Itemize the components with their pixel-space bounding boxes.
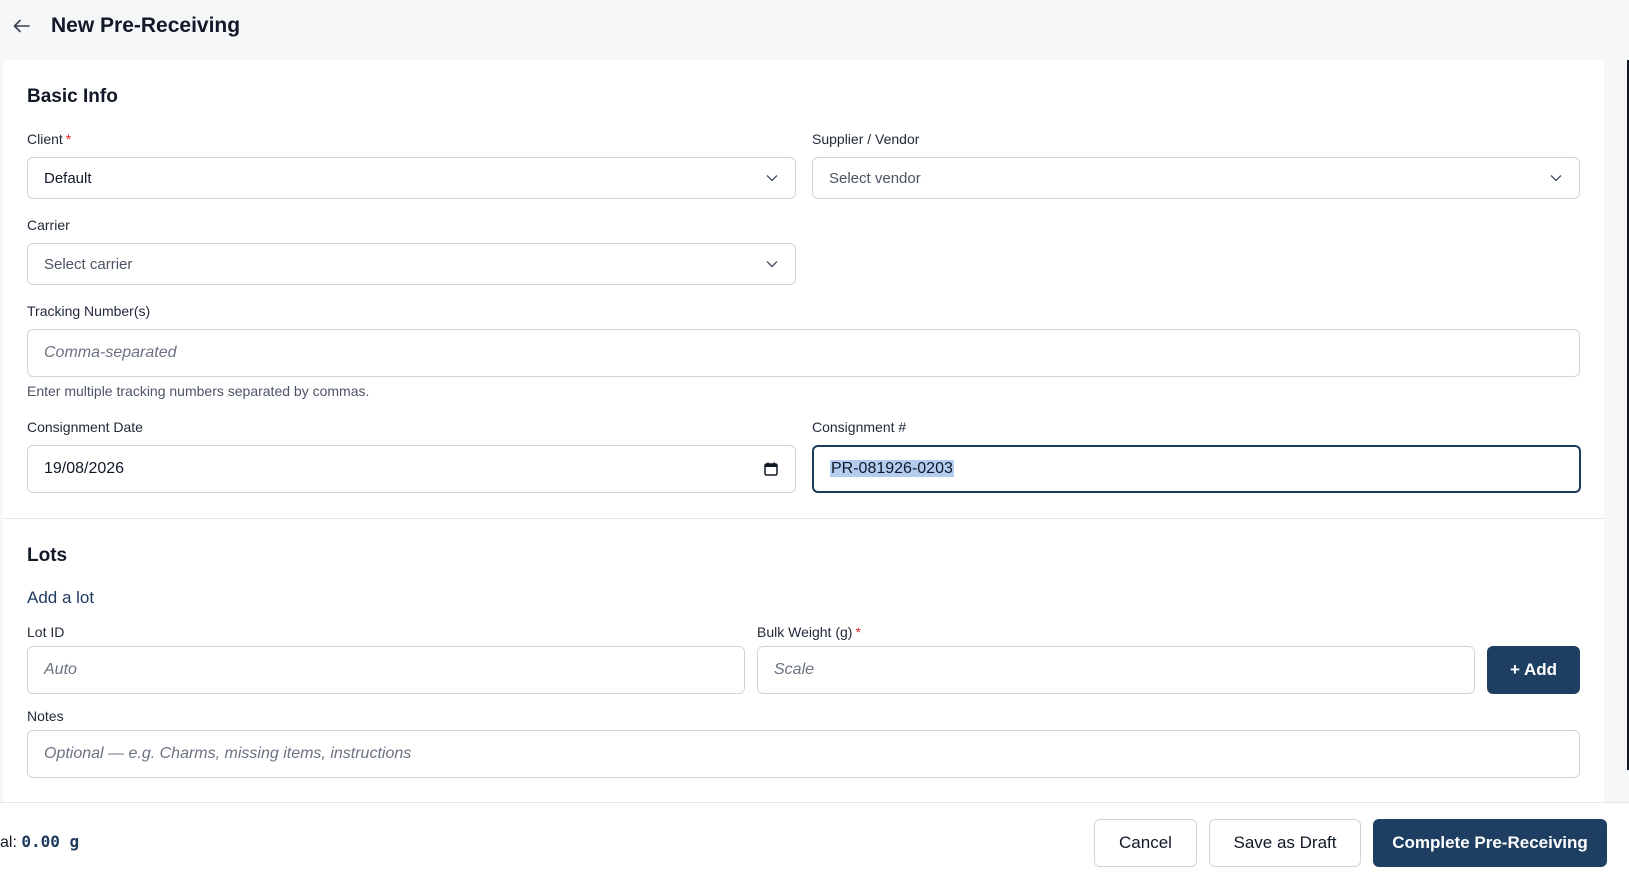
supplier-select-placeholder: Select vendor	[829, 169, 921, 187]
client-select-value: Default	[44, 169, 92, 187]
chevron-down-icon	[765, 257, 779, 271]
back-button[interactable]	[10, 14, 34, 38]
add-lot-heading: Add a lot	[27, 588, 95, 607]
bulk-weight-label-text: Bulk Weight (g)	[757, 624, 853, 640]
notes-placeholder: Optional — e.g. Charms, missing items, i…	[44, 745, 412, 762]
lot-id-label: Lot ID	[27, 624, 65, 640]
consignment-date-value: 19/08/2026	[44, 460, 125, 477]
client-select[interactable]: Default	[27, 157, 796, 199]
calendar-icon[interactable]	[763, 461, 779, 477]
consignment-number-value: PR-081926-0203	[830, 460, 954, 477]
arrow-left-icon	[13, 19, 30, 33]
tracking-input-placeholder: Comma-separated	[44, 344, 177, 361]
total-value: 0.00 g	[21, 832, 80, 851]
complete-pre-receiving-button[interactable]: Complete Pre-Receiving	[1373, 819, 1607, 867]
save-draft-button[interactable]: Save as Draft	[1209, 819, 1361, 867]
bulk-weight-label: Bulk Weight (g) *	[757, 624, 861, 640]
client-label-text: Client	[27, 131, 63, 147]
tracking-hint: Enter multiple tracking numbers separate…	[27, 383, 370, 399]
client-required-mark: *	[65, 131, 72, 147]
cancel-button[interactable]: Cancel	[1094, 819, 1197, 867]
chevron-down-icon	[765, 171, 779, 185]
total-prefix: al:	[0, 834, 22, 851]
lot-id-input[interactable]: Auto	[27, 646, 745, 694]
total-weight: al: 0.00 g	[0, 832, 79, 852]
tracking-label: Tracking Number(s)	[27, 303, 151, 319]
bulk-weight-required-mark: *	[855, 624, 861, 640]
supplier-select[interactable]: Select vendor	[812, 157, 1580, 199]
carrier-label: Carrier	[27, 217, 70, 233]
add-lot-button[interactable]: + Add	[1487, 646, 1580, 694]
carrier-select[interactable]: Select carrier	[27, 243, 796, 285]
notes-label: Notes	[27, 708, 64, 724]
supplier-label: Supplier / Vendor	[812, 131, 920, 147]
section-divider	[3, 518, 1604, 519]
consignment-number-label: Consignment #	[812, 419, 907, 435]
page-title: New Pre-Receiving	[51, 14, 241, 37]
top-bar: New Pre-Receiving	[0, 0, 1629, 60]
notes-input[interactable]: Optional — e.g. Charms, missing items, i…	[27, 730, 1580, 778]
consignment-number-input[interactable]: PR-081926-0203	[812, 445, 1581, 493]
lot-id-placeholder: Auto	[44, 661, 77, 678]
carrier-select-placeholder: Select carrier	[44, 255, 133, 273]
consignment-date-label: Consignment Date	[27, 419, 143, 435]
lots-title: Lots	[27, 545, 68, 566]
bulk-weight-placeholder: Scale	[774, 661, 815, 678]
client-label: Client *	[27, 131, 71, 147]
chevron-down-icon	[1549, 171, 1563, 185]
consignment-date-input[interactable]: 19/08/2026	[27, 445, 796, 493]
bulk-weight-input[interactable]: Scale	[757, 646, 1475, 694]
tracking-input[interactable]: Comma-separated	[27, 329, 1580, 377]
basic-info-title: Basic Info	[27, 86, 118, 107]
